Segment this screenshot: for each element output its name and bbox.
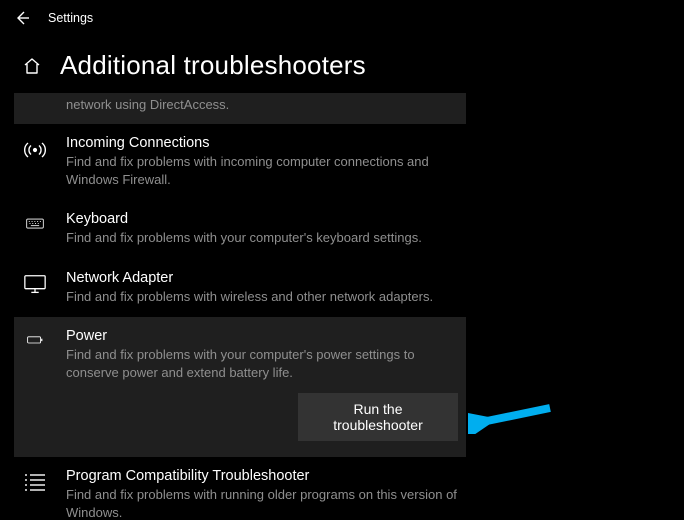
back-icon[interactable] <box>14 10 30 26</box>
list-item-network-adapter[interactable]: Network Adapter Find and fix problems wi… <box>14 259 466 318</box>
monitor-icon <box>22 272 48 298</box>
list-item-keyboard[interactable]: Keyboard Find and fix problems with your… <box>14 200 466 259</box>
item-title: Program Compatibility Troubleshooter <box>66 468 458 484</box>
app-name: Settings <box>48 11 93 25</box>
item-title: Keyboard <box>66 211 458 227</box>
item-desc: Find and fix problems with your computer… <box>66 229 458 247</box>
item-desc: Find and fix problems with your computer… <box>66 346 458 381</box>
run-troubleshooter-button[interactable]: Run the troubleshooter <box>298 393 458 441</box>
page-title: Additional troubleshooters <box>60 50 366 81</box>
list-item-cutoff[interactable]: network using DirectAccess. <box>14 93 466 124</box>
item-title: Power <box>66 328 458 344</box>
item-desc: network using DirectAccess. <box>66 97 458 112</box>
list-item-incoming-connections[interactable]: Incoming Connections Find and fix proble… <box>14 124 466 200</box>
troubleshooter-list: network using DirectAccess. Incoming Con… <box>0 93 466 520</box>
list-settings-icon <box>22 470 48 496</box>
battery-icon <box>22 330 48 356</box>
item-title: Network Adapter <box>66 270 458 286</box>
item-desc: Find and fix problems with incoming comp… <box>66 153 458 188</box>
item-title: Incoming Connections <box>66 135 458 151</box>
item-desc: Find and fix problems with wireless and … <box>66 288 458 306</box>
list-item-power[interactable]: Power Find and fix problems with your co… <box>14 317 466 457</box>
keyboard-icon <box>22 213 48 239</box>
list-item-program-compatibility[interactable]: Program Compatibility Troubleshooter Fin… <box>14 457 466 520</box>
home-icon[interactable] <box>22 56 42 76</box>
item-desc: Find and fix problems with running older… <box>66 486 458 520</box>
annotation-arrow <box>468 398 558 434</box>
broadcast-icon <box>22 137 48 163</box>
